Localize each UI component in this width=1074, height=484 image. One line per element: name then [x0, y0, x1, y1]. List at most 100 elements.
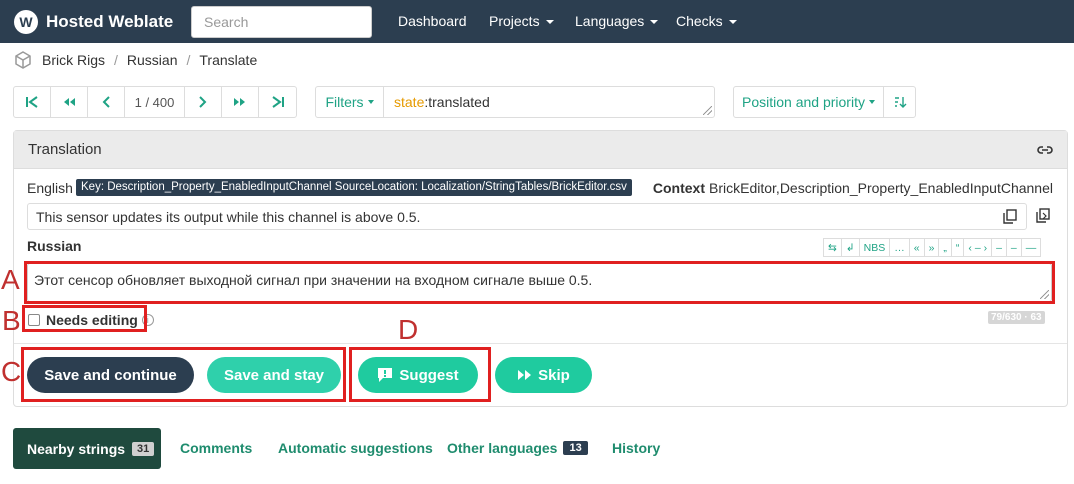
char-button-newline[interactable]: ↲: [840, 238, 860, 257]
tab-nearby-count: 31: [132, 441, 155, 456]
brand[interactable]: W Hosted Weblate: [14, 10, 173, 34]
first-string-button[interactable]: [14, 87, 51, 117]
filters-dropdown[interactable]: Filters: [316, 87, 384, 117]
translation-text: Этот сенсор обновляет выходной сигнал пр…: [34, 272, 593, 288]
translation-textarea[interactable]: Этот сенсор обновляет выходной сигнал пр…: [27, 263, 1052, 302]
prev-button[interactable]: [88, 87, 125, 117]
breadcrumb-separator: /: [186, 52, 191, 68]
nav-dashboard[interactable]: Dashboard: [398, 13, 467, 29]
breadcrumb-project[interactable]: Brick Rigs: [42, 52, 105, 68]
char-button-direction[interactable]: ⇆: [823, 238, 842, 257]
suggest-button[interactable]: Suggest: [358, 357, 478, 393]
nav-projects[interactable]: Projects: [489, 13, 554, 29]
resize-handle-icon[interactable]: [1040, 290, 1049, 299]
tab-other-languages[interactable]: Other languages 13: [447, 440, 588, 456]
needs-editing-toggle[interactable]: Needs editing i: [28, 312, 154, 328]
save-and-stay-button[interactable]: Save and stay: [207, 357, 341, 393]
save-and-continue-label: Save and continue: [44, 366, 177, 384]
char-button-em-dash[interactable]: —: [1020, 238, 1042, 257]
link-icon[interactable]: [1037, 142, 1053, 158]
query-value: translated: [428, 94, 490, 110]
top-navbar: W Hosted Weblate Dashboard Projects Lang…: [0, 0, 1074, 43]
rewind-icon: [64, 98, 75, 106]
char-button-dash-group[interactable]: ‹ – ›: [963, 238, 993, 257]
nav-checks-label: Checks: [676, 13, 723, 29]
chevron-down-icon: [545, 20, 554, 25]
char-button-low-quote[interactable]: „: [938, 238, 952, 257]
char-button-ellipsis[interactable]: …: [889, 238, 910, 257]
first-page-icon: [26, 96, 38, 108]
context-info: Context BrickEditor,Description_Property_…: [653, 180, 1053, 196]
fast-forward-icon: [234, 98, 245, 106]
divider: [14, 343, 1067, 344]
special-characters-toolbar: ⇆ ↲ NBS … « » „ “ ‹ – › – – —: [823, 238, 1042, 257]
save-and-continue-button[interactable]: Save and continue: [27, 357, 194, 393]
tab-nearby-strings[interactable]: Nearby strings 31: [13, 428, 161, 469]
filter-query-input[interactable]: state: translated: [384, 87, 714, 117]
tab-comments-label: Comments: [180, 440, 253, 456]
query-key: state: [394, 94, 425, 110]
source-text: This sensor updates its output while thi…: [36, 208, 421, 225]
source-language-label: English: [27, 180, 73, 196]
tab-automatic-label: Automatic suggestions: [278, 440, 433, 456]
filter-bar: Filters state: translated: [315, 86, 715, 118]
annotation-label-d: D: [398, 314, 419, 345]
needs-editing-label: Needs editing: [46, 312, 138, 328]
suggest-label: Suggest: [399, 366, 459, 384]
cube-icon: [15, 51, 31, 69]
string-pager: 1 / 400: [13, 86, 297, 118]
next-fast-button[interactable]: [222, 87, 259, 117]
char-button-en-dash[interactable]: –: [991, 238, 1007, 257]
filters-label: Filters: [325, 94, 364, 110]
chevron-down-icon: [868, 100, 875, 104]
skip-button[interactable]: Skip: [495, 357, 592, 393]
chevron-left-icon: [102, 96, 110, 108]
char-button-nbsp[interactable]: NBS: [858, 238, 891, 257]
chevron-down-icon: [367, 100, 374, 104]
annotation-label-a: A: [1, 264, 20, 295]
breadcrumb-page[interactable]: Translate: [199, 52, 257, 68]
char-button-raquo[interactable]: »: [923, 238, 940, 257]
nav-checks[interactable]: Checks: [676, 13, 737, 29]
info-icon[interactable]: i: [141, 314, 154, 326]
target-language-label: Russian: [27, 238, 82, 254]
char-button-laquo[interactable]: «: [908, 238, 925, 257]
weblate-logo-icon: W: [14, 10, 38, 34]
save-and-stay-label: Save and stay: [223, 366, 325, 384]
breadcrumb-language[interactable]: Russian: [127, 52, 178, 68]
breadcrumb: Brick Rigs / Russian / Translate: [14, 51, 257, 69]
chevron-down-icon: [650, 20, 659, 25]
fast-forward-icon: [518, 370, 532, 380]
sort-dropdown[interactable]: Position and priority: [734, 87, 884, 117]
char-button-en-dash-2[interactable]: –: [1005, 238, 1022, 257]
tab-comments[interactable]: Comments: [180, 440, 252, 456]
character-counter: 79/630 · 63: [988, 311, 1045, 324]
nav-languages[interactable]: Languages: [575, 13, 659, 29]
search-input[interactable]: [191, 6, 372, 38]
needs-editing-checkbox[interactable]: [28, 314, 40, 326]
panel-header: Translation: [14, 131, 1067, 169]
chevron-right-icon: [199, 96, 207, 108]
sort-label: Position and priority: [742, 94, 865, 110]
breadcrumb-separator: /: [114, 52, 118, 68]
brand-title: Hosted Weblate: [46, 12, 174, 31]
nav-languages-label: Languages: [575, 13, 645, 29]
resize-handle-icon[interactable]: [703, 106, 712, 115]
sort-direction-button[interactable]: [884, 87, 915, 117]
prev-fast-button[interactable]: [51, 87, 88, 117]
source-string: This sensor updates its output while thi…: [27, 203, 1027, 230]
last-string-button[interactable]: [259, 87, 296, 117]
tab-automatic-suggestions[interactable]: Automatic suggestions: [278, 440, 433, 456]
pager-position: 1 / 400: [125, 87, 185, 117]
annotation-label-b: B: [2, 305, 21, 336]
copy-icon[interactable]: [1003, 209, 1017, 224]
sort-control: Position and priority: [733, 86, 916, 118]
tab-nearby-label: Nearby strings: [27, 440, 126, 457]
clone-source-icon[interactable]: [1036, 208, 1050, 223]
key-badge: Key: Description_Property_EnabledInputCh…: [76, 179, 632, 196]
char-button-high-quote[interactable]: “: [950, 238, 965, 257]
suggest-icon: [378, 368, 393, 382]
last-page-icon: [271, 96, 284, 108]
tab-history[interactable]: History: [612, 440, 660, 456]
next-button[interactable]: [185, 87, 222, 117]
